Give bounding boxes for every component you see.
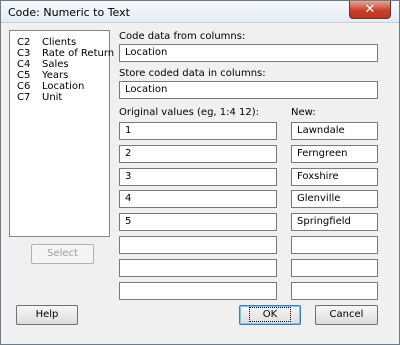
column-name: Sales <box>42 59 69 70</box>
new-values-label: New: <box>291 107 316 118</box>
new-value-input[interactable] <box>291 236 378 254</box>
original-values-label: Original values (eg, 1:4 12): <box>119 107 260 118</box>
original-value-input[interactable] <box>119 281 277 300</box>
column-list-item[interactable]: C5 Years <box>17 70 68 81</box>
column-id: C5 <box>17 70 31 81</box>
new-value-input[interactable]: Lawndale <box>291 122 378 140</box>
close-button[interactable]: ✕ <box>349 1 391 19</box>
select-button[interactable]: Select <box>31 244 94 264</box>
dialog-window: Code: Numeric to Text ✕ C2 Clients C3 Rate … <box>0 0 400 345</box>
code-from-input[interactable]: Location <box>119 44 378 62</box>
new-value-input[interactable] <box>291 281 378 300</box>
column-name: Unit <box>42 92 63 103</box>
original-value-input[interactable] <box>119 236 277 254</box>
dialog-title: Code: Numeric to Text <box>8 6 130 19</box>
original-value-input[interactable]: 2 <box>119 144 277 163</box>
ok-button[interactable]: OK <box>239 305 301 325</box>
new-value-input[interactable] <box>291 258 378 277</box>
column-listbox[interactable]: C2 Clients C3 Rate of Return C4 Sales C5 Years C… <box>9 30 114 237</box>
column-id: C7 <box>17 92 31 103</box>
store-in-input[interactable]: Location <box>119 81 378 99</box>
new-value-input[interactable]: Ferngreen <box>291 144 378 163</box>
column-name: Years <box>42 70 69 81</box>
column-list-item[interactable]: C6 Location <box>17 81 84 92</box>
column-list-item[interactable]: C4 Sales <box>17 59 69 70</box>
original-value-input[interactable]: 1 <box>119 122 277 140</box>
ok-button-label: OK <box>248 307 292 322</box>
store-in-label: Store coded data in columns: <box>119 68 266 79</box>
new-value-input[interactable]: Glenville <box>291 190 378 209</box>
original-value-input[interactable]: 5 <box>119 213 277 232</box>
column-id: C3 <box>17 48 31 59</box>
cancel-button[interactable]: Cancel <box>315 305 378 325</box>
new-value-input[interactable]: Springfield <box>291 213 378 232</box>
column-id: C2 <box>17 37 31 48</box>
column-id: C4 <box>17 59 31 70</box>
column-list-item[interactable]: C7 Unit <box>17 92 62 103</box>
column-name: Clients <box>42 37 77 48</box>
column-name: Location <box>42 81 85 92</box>
original-value-input[interactable]: 3 <box>119 167 277 186</box>
original-value-input[interactable]: 4 <box>119 190 277 209</box>
column-name: Rate of Return <box>42 48 115 59</box>
code-from-label: Code data from columns: <box>119 31 246 42</box>
original-value-input[interactable] <box>119 258 277 277</box>
title-bar: Code: Numeric to Text ✕ <box>1 1 399 23</box>
new-value-input[interactable]: Foxshire <box>291 167 378 186</box>
help-button[interactable]: Help <box>16 305 78 325</box>
column-id: C6 <box>17 81 31 92</box>
column-list-item[interactable]: C3 Rate of Return <box>17 48 114 59</box>
column-list-item[interactable]: C2 Clients <box>17 37 76 48</box>
